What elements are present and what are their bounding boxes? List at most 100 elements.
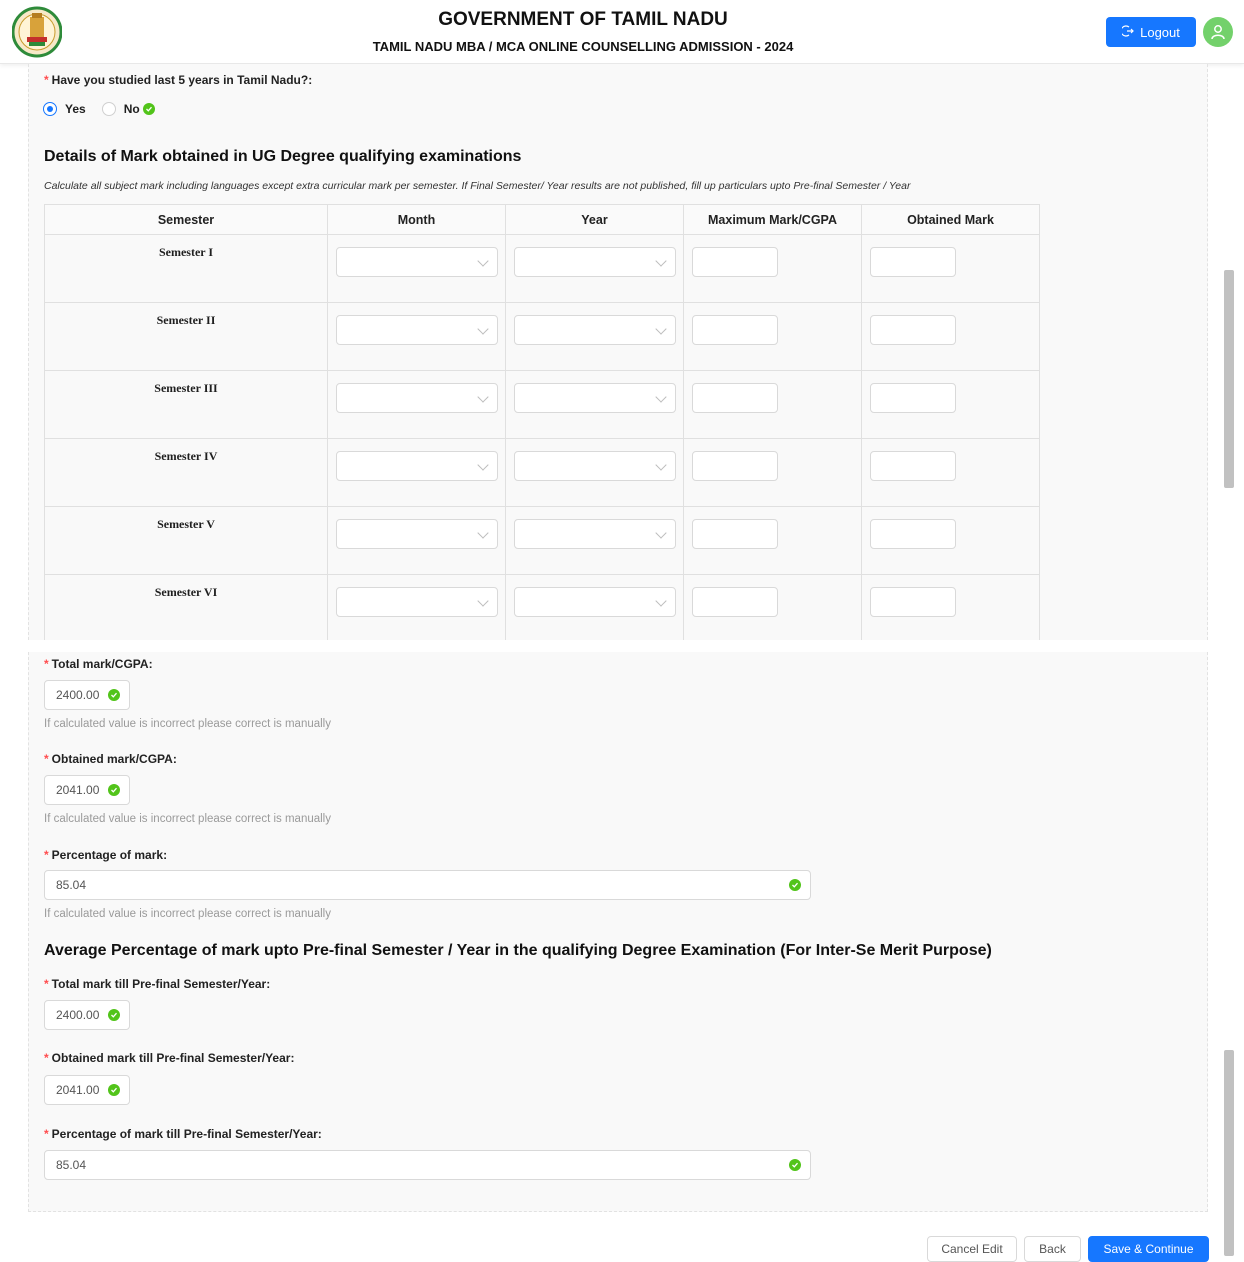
- month-select[interactable]: [336, 247, 498, 277]
- table-row: Semester IV: [44, 438, 1040, 507]
- cancel-edit-button[interactable]: Cancel Edit: [927, 1236, 1017, 1262]
- month-select[interactable]: [336, 383, 498, 413]
- semester-label: Semester V: [157, 517, 215, 531]
- semester-label: Semester VI: [154, 585, 218, 599]
- semester-label: Semester III: [154, 381, 218, 395]
- chevron-down-icon: [655, 459, 667, 471]
- prefinal-title: Average Percentage of mark upto Pre-fina…: [44, 942, 992, 959]
- scrollbar-thumb-bottom[interactable]: [1224, 1050, 1234, 1256]
- obtained-mark-input[interactable]: [870, 247, 956, 277]
- chevron-down-icon: [655, 255, 667, 267]
- table-header-row: Semester Month Year Maximum Mark/CGPA Ob…: [44, 204, 1040, 235]
- col-year: Year: [505, 204, 684, 235]
- col-obtained-mark: Obtained Mark: [861, 204, 1040, 235]
- year-select[interactable]: [514, 451, 676, 481]
- valid-check-icon: [789, 1159, 801, 1171]
- valid-check-icon: [108, 689, 120, 701]
- app-header: GOVERNMENT OF TAMIL NADU TAMIL NADU MBA …: [0, 0, 1244, 64]
- valid-check-icon: [142, 103, 155, 115]
- header-title: GOVERNMENT OF TAMIL NADU: [438, 9, 728, 30]
- percentage-value: 85.04: [56, 878, 87, 892]
- month-select[interactable]: [336, 519, 498, 549]
- obtained-mark-input[interactable]: [870, 451, 956, 481]
- screenshot-divider: [0, 640, 1244, 652]
- col-semester: Semester: [44, 204, 328, 235]
- residency-radio-group: Yes No: [43, 102, 155, 116]
- semester-label: Semester I: [158, 245, 214, 259]
- totals-panel: * Total mark/CGPA: 2400.00 If calculated …: [28, 652, 1208, 1212]
- radio-no-label: No: [123, 102, 140, 116]
- prefinal-total-input[interactable]: 2400.00: [44, 1000, 130, 1030]
- radio-no[interactable]: [101, 102, 116, 116]
- chevron-down-icon: [477, 323, 489, 335]
- radio-yes[interactable]: [43, 102, 57, 116]
- total-mark-label: * Total mark/CGPA:: [44, 657, 153, 671]
- valid-check-icon: [108, 1009, 120, 1021]
- max-mark-input[interactable]: [692, 519, 778, 549]
- month-select[interactable]: [336, 587, 498, 617]
- residency-question: * Have you studied last 5 years in Tamil …: [44, 73, 313, 87]
- valid-check-icon: [108, 784, 120, 796]
- obtained-mark-hint: If calculated value is incorrect please …: [44, 813, 331, 825]
- scrollbar-thumb-top[interactable]: [1224, 270, 1234, 488]
- month-select[interactable]: [336, 315, 498, 345]
- obtained-mark-input[interactable]: 2041.00: [44, 775, 130, 805]
- header-subtitle: TAMIL NADU MBA / MCA ONLINE COUNSELLING …: [372, 39, 794, 54]
- table-row: Semester I: [44, 234, 1040, 303]
- obtained-mark-value: 2041.00: [56, 783, 100, 797]
- semester-label: Semester II: [156, 313, 216, 327]
- percentage-input[interactable]: 85.04: [44, 870, 811, 900]
- year-select[interactable]: [514, 247, 676, 277]
- ug-marks-title: Details of Mark obtained in UG Degree qu…: [44, 148, 522, 165]
- semester-label: Semester IV: [154, 449, 218, 463]
- valid-check-icon: [789, 879, 801, 891]
- radio-yes-label: Yes: [65, 102, 86, 116]
- save-continue-button[interactable]: Save & Continue: [1088, 1236, 1209, 1262]
- obtained-mark-input[interactable]: [870, 383, 956, 413]
- logout-icon: [1120, 24, 1134, 40]
- year-select[interactable]: [514, 519, 676, 549]
- obtained-mark-input[interactable]: [870, 315, 956, 345]
- percentage-label: * Percentage of mark:: [44, 848, 168, 862]
- year-select[interactable]: [514, 383, 676, 413]
- chevron-down-icon: [655, 391, 667, 403]
- year-select[interactable]: [514, 315, 676, 345]
- max-mark-input[interactable]: [692, 315, 778, 345]
- obtained-mark-input[interactable]: [870, 519, 956, 549]
- valid-check-icon: [108, 1084, 120, 1096]
- total-mark-value: 2400.00: [56, 688, 100, 702]
- year-select[interactable]: [514, 587, 676, 617]
- max-mark-input[interactable]: [692, 383, 778, 413]
- percentage-hint: If calculated value is incorrect please …: [44, 908, 331, 920]
- chevron-down-icon: [655, 595, 667, 607]
- chevron-down-icon: [655, 527, 667, 539]
- logout-label: Logout: [1140, 24, 1180, 40]
- prefinal-percentage-value: 85.04: [56, 1158, 87, 1172]
- max-mark-input[interactable]: [692, 587, 778, 617]
- chevron-down-icon: [477, 595, 489, 607]
- obtained-mark-label: * Obtained mark/CGPA:: [44, 752, 177, 766]
- back-button[interactable]: Back: [1024, 1236, 1081, 1262]
- prefinal-total-label: * Total mark till Pre-final Semester/Year…: [44, 977, 271, 991]
- semester-marks-table: Semester Month Year Maximum Mark/CGPA Ob…: [44, 204, 1040, 640]
- prefinal-percentage-label: * Percentage of mark till Pre-final Semes…: [44, 1127, 322, 1141]
- max-mark-input[interactable]: [692, 451, 778, 481]
- ug-marks-panel: * Have you studied last 5 years in Tamil …: [28, 64, 1208, 640]
- max-mark-input[interactable]: [692, 247, 778, 277]
- prefinal-obtained-value: 2041.00: [56, 1083, 100, 1097]
- prefinal-obtained-input[interactable]: 2041.00: [44, 1075, 130, 1105]
- chevron-down-icon: [477, 391, 489, 403]
- total-mark-input[interactable]: 2400.00: [44, 680, 130, 710]
- col-max-mark: Maximum Mark/CGPA: [683, 204, 862, 235]
- prefinal-obtained-label: * Obtained mark till Pre-final Semester/Y…: [44, 1051, 295, 1065]
- obtained-mark-input[interactable]: [870, 587, 956, 617]
- ug-marks-note: Calculate all subject mark including lan…: [44, 180, 911, 192]
- col-month: Month: [327, 204, 506, 235]
- month-select[interactable]: [336, 451, 498, 481]
- table-row: Semester VI: [44, 574, 1040, 640]
- total-mark-hint: If calculated value is incorrect please …: [44, 718, 331, 730]
- user-avatar-icon[interactable]: [1203, 17, 1233, 47]
- logout-button[interactable]: Logout: [1106, 17, 1196, 47]
- prefinal-percentage-input[interactable]: 85.04: [44, 1150, 811, 1180]
- table-row: Semester II: [44, 302, 1040, 371]
